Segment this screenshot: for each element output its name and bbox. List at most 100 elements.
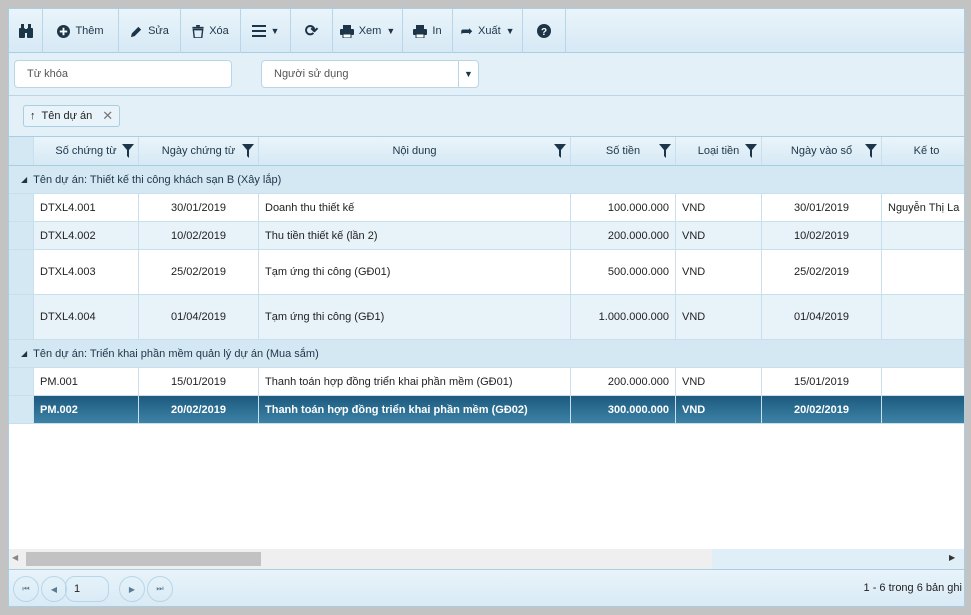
table-row[interactable]: PM.002 20/02/2019 Thanh toán hợp đồng triể… [9,396,964,424]
keyword-input[interactable]: Từ khóa [14,60,232,88]
print-button[interactable]: In [403,9,453,53]
column-header[interactable]: Ngày vào sổ [762,137,882,165]
column-header-label: Ngày vào sổ [790,145,853,157]
filter-icon[interactable] [242,144,254,158]
share-icon: ➦ [460,23,473,40]
table-cell: VND [676,194,762,221]
table-row[interactable]: DTXL4.001 30/01/2019 Doanh thu thiết kế 100… [9,194,964,222]
table-cell [882,222,964,249]
table-cell: Thanh toán hợp đồng triển khai phần mềm … [259,396,571,423]
column-header[interactable]: Số chứng từ [34,137,139,165]
scroll-right-icon[interactable]: ▶ [949,553,955,562]
table-row[interactable]: DTXL4.004 01/04/2019 Tạm ứng thi công (GĐ1… [9,295,964,340]
table-row[interactable]: DTXL4.003 25/02/2019 Tạm ứng thi công (GĐ0… [9,250,964,295]
search-button[interactable] [9,9,43,53]
prev-page-button[interactable]: ◀ [41,576,67,602]
menu-button[interactable]: ▼ [241,9,291,53]
add-label: Thêm [75,25,104,37]
table-row[interactable]: DTXL4.002 10/02/2019 Thu tiền thiết kế (lầ… [9,222,964,250]
filter-icon[interactable] [554,144,566,158]
column-header-label: Nội dung [392,145,437,157]
row-indicator [9,295,34,339]
table-cell: 300.000.000 [571,396,676,423]
trash-icon [192,24,204,38]
data-grid: Số chứng từ Ngày chứng từ Nội dung Số tiền L… [9,136,964,549]
view-button[interactable]: Xem ▼ [333,9,403,53]
column-header[interactable]: Số tiền [571,137,676,165]
plus-circle-icon [57,24,71,38]
page-input[interactable]: 1 [65,576,109,602]
pencil-icon [131,26,142,37]
column-header[interactable]: Nội dung [259,137,571,165]
printer-icon [413,24,428,38]
delete-label: Xóa [209,25,229,37]
user-select[interactable]: Người sử dụng ▼ [261,60,479,88]
filter-icon[interactable] [865,144,877,158]
add-button[interactable]: Thêm [43,9,119,53]
column-header-label: Loại tiền [697,145,740,157]
table-cell: Thu tiền thiết kế (lần 2) [259,222,571,249]
column-header-label: Số chứng từ [55,145,117,157]
refresh-button[interactable]: ⟳ [291,9,333,53]
table-cell: PM.001 [34,368,139,395]
table-cell: Doanh thu thiết kế [259,194,571,221]
table-cell: Thanh toán hợp đồng triển khai phần mềm … [259,368,571,395]
table-cell: 20/02/2019 [762,396,882,423]
print-label: In [432,25,442,37]
edit-label: Sửa [148,25,169,37]
export-label: Xuất [478,25,501,37]
user-select-placeholder: Người sử dụng [274,68,349,80]
table-row[interactable]: PM.001 15/01/2019 Thanh toán hợp đồng triể… [9,368,964,396]
table-cell: 01/04/2019 [762,295,882,339]
group-chip[interactable]: ↑ Tên dự án ✕ [23,105,121,127]
table-cell: DTXL4.001 [34,194,139,221]
column-header-label: Số tiền [605,145,641,157]
table-cell: Tạm ứng thi công (GĐ01) [259,250,571,294]
table-cell: 25/02/2019 [139,250,259,294]
row-indicator [9,396,34,423]
table-cell: VND [676,250,762,294]
table-cell [882,250,964,294]
menu-icon [251,25,266,37]
table-cell: VND [676,368,762,395]
table-cell: VND [676,222,762,249]
help-button[interactable]: ? [523,9,566,53]
help-icon: ? [537,24,551,38]
grid-header: Số chứng từ Ngày chứng từ Nội dung Số tiền L… [9,137,964,166]
caret-down-icon[interactable]: ▼ [458,61,478,87]
collapse-icon[interactable]: ◢ [21,175,27,184]
column-header[interactable]: Kế to [882,137,964,165]
column-header[interactable]: Ngày chứng từ [139,137,259,165]
close-icon[interactable]: ✕ [102,108,113,124]
column-header-label: Ngày chứng từ [161,145,236,157]
row-indicator [9,250,34,294]
pager: ⏮ ◀ 1 ▶ ⏭ 1 - 6 trong 6 bản ghi [9,569,964,606]
delete-button[interactable]: Xóa [181,9,241,53]
group-row[interactable]: ◢ Tên dự án: Triển khai phần mềm quản lý … [9,340,964,368]
binoculars-icon [18,24,33,38]
next-page-button[interactable]: ▶ [119,576,145,602]
view-label: Xem [358,25,382,37]
filter-icon[interactable] [745,144,757,158]
filter-icon[interactable] [122,144,134,158]
group-row[interactable]: ◢ Tên dự án: Thiết kế thi công khách sạn … [9,166,964,194]
table-cell: 200.000.000 [571,368,676,395]
export-button[interactable]: ➦ Xuất ▼ [453,9,523,53]
scrollbar-thumb[interactable] [26,552,261,566]
edit-button[interactable]: Sửa [119,9,181,53]
column-header[interactable]: Loại tiền [676,137,762,165]
row-indicator [9,222,34,249]
filter-icon[interactable] [659,144,671,158]
table-cell: DTXL4.003 [34,250,139,294]
collapse-icon[interactable]: ◢ [21,349,27,358]
first-page-button[interactable]: ⏮ [13,576,39,602]
table-cell: 1.000.000.000 [571,295,676,339]
scroll-left-icon[interactable]: ◀ [12,553,18,562]
table-cell: 01/04/2019 [139,295,259,339]
sort-up-icon: ↑ [30,110,36,122]
table-cell: 500.000.000 [571,250,676,294]
table-cell: 15/01/2019 [762,368,882,395]
last-page-button[interactable]: ⏭ [147,576,173,602]
horizontal-scrollbar[interactable]: ◀ [9,549,712,569]
group-panel: ↑ Tên dự án ✕ [9,96,964,136]
